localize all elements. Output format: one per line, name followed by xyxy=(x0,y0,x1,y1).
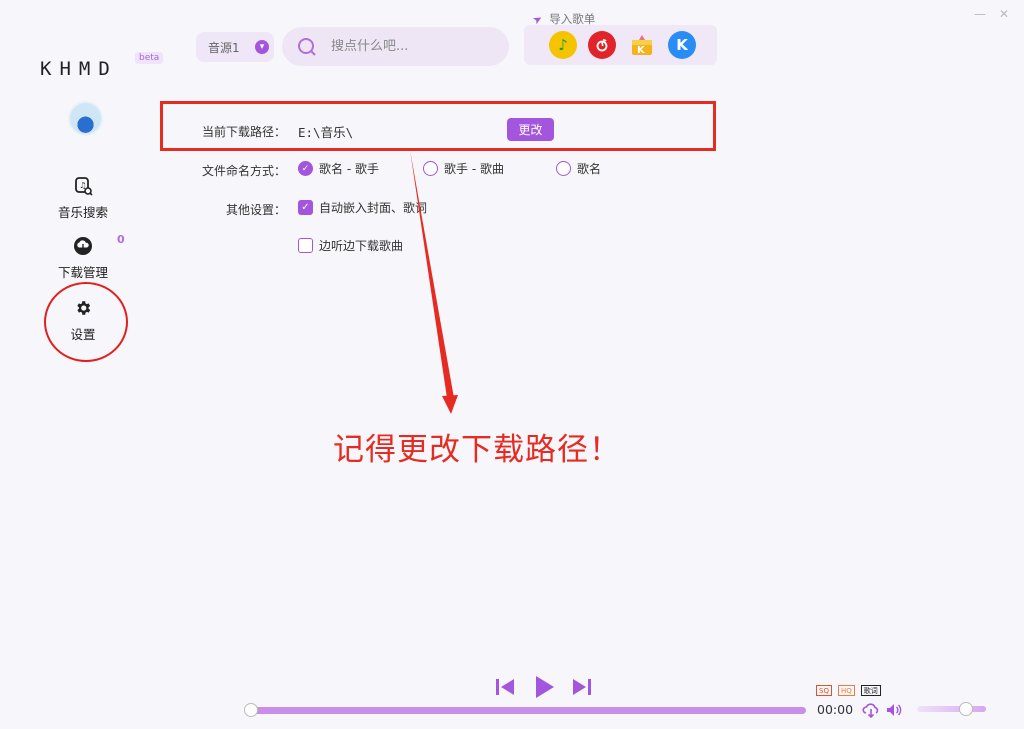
progress-knob[interactable] xyxy=(244,703,258,717)
cloud-download-icon xyxy=(73,236,93,256)
download-path-label: 当前下载路径： xyxy=(201,125,286,139)
option-label: 自动嵌入封面、歌词 xyxy=(319,201,428,215)
music-search-icon: ♫ xyxy=(73,176,93,196)
volume-icon[interactable] xyxy=(885,701,903,719)
download-while-listening-checkbox[interactable]: 边听边下载歌曲 xyxy=(298,237,403,254)
volume-knob[interactable] xyxy=(959,702,973,716)
previous-button[interactable] xyxy=(494,677,516,697)
app-logo: KHMD xyxy=(40,58,118,80)
option-label: 歌手 - 歌曲 xyxy=(444,162,504,176)
hq-badge[interactable]: HQ xyxy=(837,685,855,696)
checkbox-checked-icon: ✓ xyxy=(298,200,313,215)
radio-icon xyxy=(556,161,571,176)
sidebar-item-label: 下载管理 xyxy=(57,265,108,280)
radio-checked-icon: ✓ xyxy=(298,161,313,176)
skip-previous-icon xyxy=(496,679,514,695)
sidebar-item-label: 音乐搜索 xyxy=(57,205,108,220)
svg-text:K: K xyxy=(637,45,646,56)
naming-option-title[interactable]: 歌名 xyxy=(556,160,601,177)
option-label: 歌名 xyxy=(577,162,602,176)
skip-next-icon xyxy=(573,679,591,695)
kugou-music-icon[interactable]: K xyxy=(668,31,696,59)
play-button[interactable] xyxy=(531,674,557,700)
lyrics-badge[interactable]: 歌词 xyxy=(860,685,881,696)
import-platforms: ♪ K K xyxy=(524,25,717,65)
source-select-value: 音源1 xyxy=(208,40,240,55)
quality-badges: SQ HQ 歌词 xyxy=(816,685,881,696)
close-icon[interactable]: ✕ xyxy=(998,7,1010,21)
sidebar-item-download-manager[interactable]: 下载管理 xyxy=(40,236,126,281)
netease-music-icon[interactable] xyxy=(588,31,616,59)
time-display: 00:00 xyxy=(817,702,854,717)
option-label: 歌名 - 歌手 xyxy=(319,162,379,176)
beta-badge: beta xyxy=(135,52,164,64)
chevron-down-icon: ▾ xyxy=(255,40,269,54)
change-path-button[interactable]: 更改 xyxy=(507,118,554,141)
radio-icon xyxy=(423,161,438,176)
search-box[interactable] xyxy=(282,27,509,66)
checkbox-icon xyxy=(298,238,313,253)
sq-badge[interactable]: SQ xyxy=(816,685,832,696)
option-label: 边听边下载歌曲 xyxy=(319,239,404,253)
play-icon xyxy=(536,676,554,698)
other-settings-label: 其他设置： xyxy=(225,203,286,217)
naming-option-artist-title[interactable]: 歌手 - 歌曲 xyxy=(423,160,504,177)
download-path-value: E:\音乐\ xyxy=(298,125,354,140)
next-button[interactable] xyxy=(571,677,593,697)
search-input[interactable] xyxy=(331,39,491,54)
progress-bar[interactable] xyxy=(247,707,806,714)
naming-label: 文件命名方式： xyxy=(201,164,286,178)
window-controls: — ✕ xyxy=(974,7,1010,21)
annotation-text: 记得更改下载路径！ xyxy=(333,432,621,468)
download-count-badge: 0 xyxy=(117,233,125,246)
kuwo-music-icon[interactable]: K xyxy=(627,31,657,59)
avatar[interactable] xyxy=(68,101,103,136)
search-icon xyxy=(298,37,316,56)
sidebar-item-music-search[interactable]: ♫ 音乐搜索 xyxy=(40,176,126,221)
volume-slider[interactable] xyxy=(917,706,986,712)
naming-option-title-artist[interactable]: ✓ 歌名 - 歌手 xyxy=(298,160,379,177)
qq-music-icon[interactable]: ♪ xyxy=(549,31,577,59)
annotation-circle xyxy=(44,282,128,362)
embed-cover-lyrics-checkbox[interactable]: ✓ 自动嵌入封面、歌词 xyxy=(298,199,427,216)
minimize-icon[interactable]: — xyxy=(974,7,986,21)
download-icon[interactable] xyxy=(862,701,880,719)
source-select[interactable]: 音源1 ▾ xyxy=(196,32,274,62)
